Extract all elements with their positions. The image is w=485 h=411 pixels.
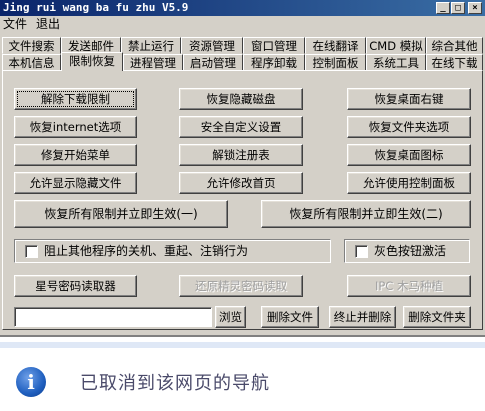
block-shutdown-label: 阻止其他程序的关机、重起、注销行为: [44, 244, 249, 258]
tab-file-search[interactable]: 文件搜索: [2, 37, 61, 54]
repair-start-menu-button[interactable]: 修复开始菜单: [14, 144, 137, 166]
gray-button-activate-checkbox[interactable]: [355, 245, 368, 258]
browse-button[interactable]: 浏览: [215, 306, 246, 328]
title-bar: Jing rui wang ba fu zhu V5.9 _ □ ×: [0, 0, 485, 16]
show-hidden-files-button[interactable]: 允许显示隐藏文件: [14, 172, 137, 194]
tab-block-run[interactable]: 禁止运行: [121, 37, 181, 54]
menu-exit[interactable]: 退出: [34, 16, 62, 33]
tab-startup-manager[interactable]: 启动管理: [183, 54, 243, 71]
terminate-delete-button[interactable]: 终止并删除: [329, 306, 396, 328]
restore-desktop-icons-button[interactable]: 恢复桌面图标: [347, 144, 471, 166]
file-path-input[interactable]: [14, 307, 212, 327]
tab-process-manager[interactable]: 进程管理: [123, 54, 183, 71]
unlock-registry-button[interactable]: 解锁注册表: [179, 144, 303, 166]
window-title: Jing rui wang ba fu zhu V5.9: [3, 1, 189, 14]
tab-cmd-simulate[interactable]: CMD 模拟: [366, 37, 426, 54]
tab-online-translate[interactable]: 在线翻译: [305, 37, 366, 54]
allow-control-panel-button[interactable]: 允许使用控制面板: [347, 172, 471, 194]
info-icon: i: [16, 367, 46, 397]
tab-misc[interactable]: 综合其他: [426, 37, 483, 54]
safe-custom-settings-button[interactable]: 安全自定义设置: [179, 116, 303, 138]
ipc-trojan-button[interactable]: IPC 木马种植: [347, 275, 471, 297]
tab-system-info[interactable]: 本机信息: [2, 54, 61, 71]
block-shutdown-group: 阻止其他程序的关机、重起、注销行为: [14, 239, 331, 263]
tab-resource-manager[interactable]: 资源管理: [181, 37, 243, 54]
unlock-download-button[interactable]: 解除下载限制: [14, 88, 137, 110]
allow-modify-homepage-button[interactable]: 允许修改首页: [179, 172, 303, 194]
delete-folder-button[interactable]: 删除文件夹: [403, 306, 471, 328]
minimize-button[interactable]: _: [436, 2, 450, 14]
gray-button-activate-label: 灰色按钮激活: [374, 244, 447, 258]
menu-file[interactable]: 文件: [1, 16, 29, 33]
restore-internet-options-button[interactable]: 恢复internet选项: [14, 116, 137, 138]
menu-bar: 文件 退出: [0, 16, 485, 33]
tab-system-tools[interactable]: 系统工具: [366, 54, 426, 71]
star-password-reader-button[interactable]: 星号密码读取器: [14, 275, 137, 297]
restore-hidden-drives-button[interactable]: 恢复隐藏磁盘: [179, 88, 303, 110]
tab-uninstall[interactable]: 程序卸载: [243, 54, 305, 71]
block-shutdown-checkbox[interactable]: [25, 245, 38, 258]
tab-online-download[interactable]: 在线下载: [426, 54, 483, 71]
restore-all-1-button[interactable]: 恢复所有限制并立即生效(一): [14, 200, 228, 228]
restore-folder-options-button[interactable]: 恢复文件夹选项: [347, 116, 471, 138]
tab-control-panel[interactable]: 控制面板: [305, 54, 366, 71]
tab-restriction-restore[interactable]: 限制恢复: [61, 52, 123, 71]
close-button[interactable]: ×: [468, 2, 482, 14]
restore-all-2-button[interactable]: 恢复所有限制并立即生效(二): [261, 200, 471, 228]
restore-desktop-rightclick-button[interactable]: 恢复桌面右键: [347, 88, 471, 110]
gray-button-group: 灰色按钮激活: [344, 239, 470, 263]
browser-header-strip: [0, 342, 485, 348]
tab-window-manager[interactable]: 窗口管理: [243, 37, 305, 54]
navigation-cancelled-message: 已取消到该网页的导航: [80, 373, 270, 394]
delete-file-button[interactable]: 删除文件: [261, 306, 319, 328]
maximize-button[interactable]: □: [451, 2, 465, 14]
restore-jingling-password-button[interactable]: 还原精灵密码读取: [179, 275, 303, 297]
